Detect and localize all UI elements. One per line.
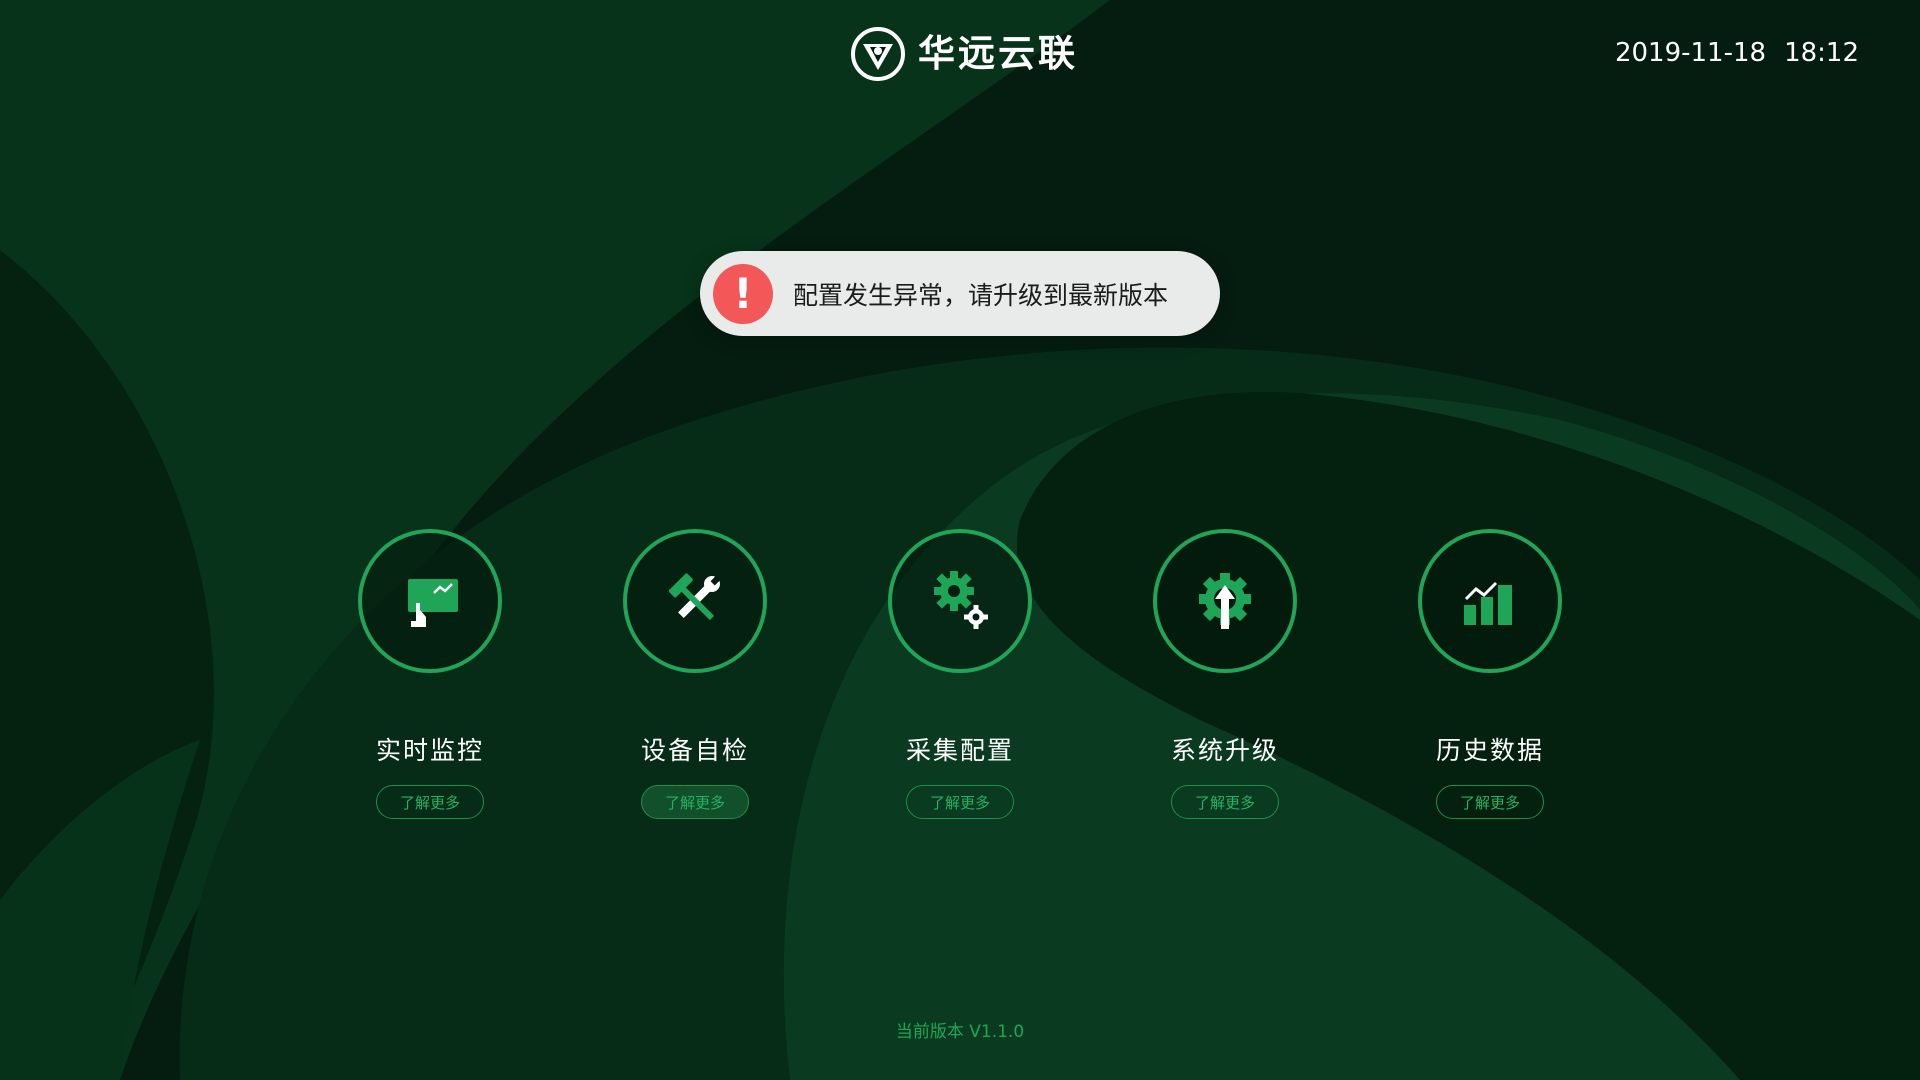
learn-more-button[interactable]: 了解更多 [906,785,1014,819]
date-text: 2019-11-18 [1614,38,1767,68]
system-upgrade-button[interactable] [1153,529,1297,673]
learn-more-button[interactable]: 了解更多 [1171,785,1279,819]
learn-more-button[interactable]: 了解更多 [1436,785,1544,819]
feature-history-data: 历史数据 了解更多 [1390,529,1590,819]
gears-icon [934,571,988,629]
history-data-button[interactable] [1418,529,1562,673]
datetime-display: 2019-11-18 18:12 [1615,38,1859,68]
feature-realtime-monitor: 实时监控 了解更多 [330,529,530,819]
learn-more-button[interactable]: 了解更多 [376,785,484,819]
feature-title: 历史数据 [1435,736,1544,765]
version-label: 当前版本 V1.1.0 [895,1022,1025,1042]
brand-v-shield-icon [851,27,905,81]
alert-message: 配置发生异常，请升级到最新版本 [793,280,1169,310]
time-text: 18:12 [1784,38,1859,68]
feature-menu: 实时监控 了解更多 设备自检 了解更多 采集配置 了解更多 系统升级 了解更多 … [0,529,1920,829]
monitor-touch-icon [408,579,458,627]
feature-collect-config: 采集配置 了解更多 [860,529,1060,819]
realtime-monitor-button[interactable] [358,529,502,673]
learn-more-button[interactable]: 了解更多 [641,785,749,819]
gear-upgrade-arrow-icon [1199,573,1251,629]
exclamation-icon: ! [713,263,773,324]
feature-title: 设备自检 [640,736,749,765]
device-selfcheck-button[interactable] [623,529,767,673]
feature-device-selfcheck: 设备自检 了解更多 [595,529,795,819]
feature-title: 采集配置 [905,736,1014,765]
feature-title: 实时监控 [375,736,484,765]
tools-wrench-hammer-icon [668,573,721,621]
collect-config-button[interactable] [888,529,1032,673]
brand-name: 华远云联 [918,32,1078,75]
feature-system-upgrade: 系统升级 了解更多 [1125,529,1325,819]
brand-logo: 华远云联 [850,26,1078,82]
feature-title: 系统升级 [1170,736,1279,765]
config-error-alert: ! 配置发生异常，请升级到最新版本 [700,251,1220,336]
bar-chart-trend-icon [1464,581,1512,625]
